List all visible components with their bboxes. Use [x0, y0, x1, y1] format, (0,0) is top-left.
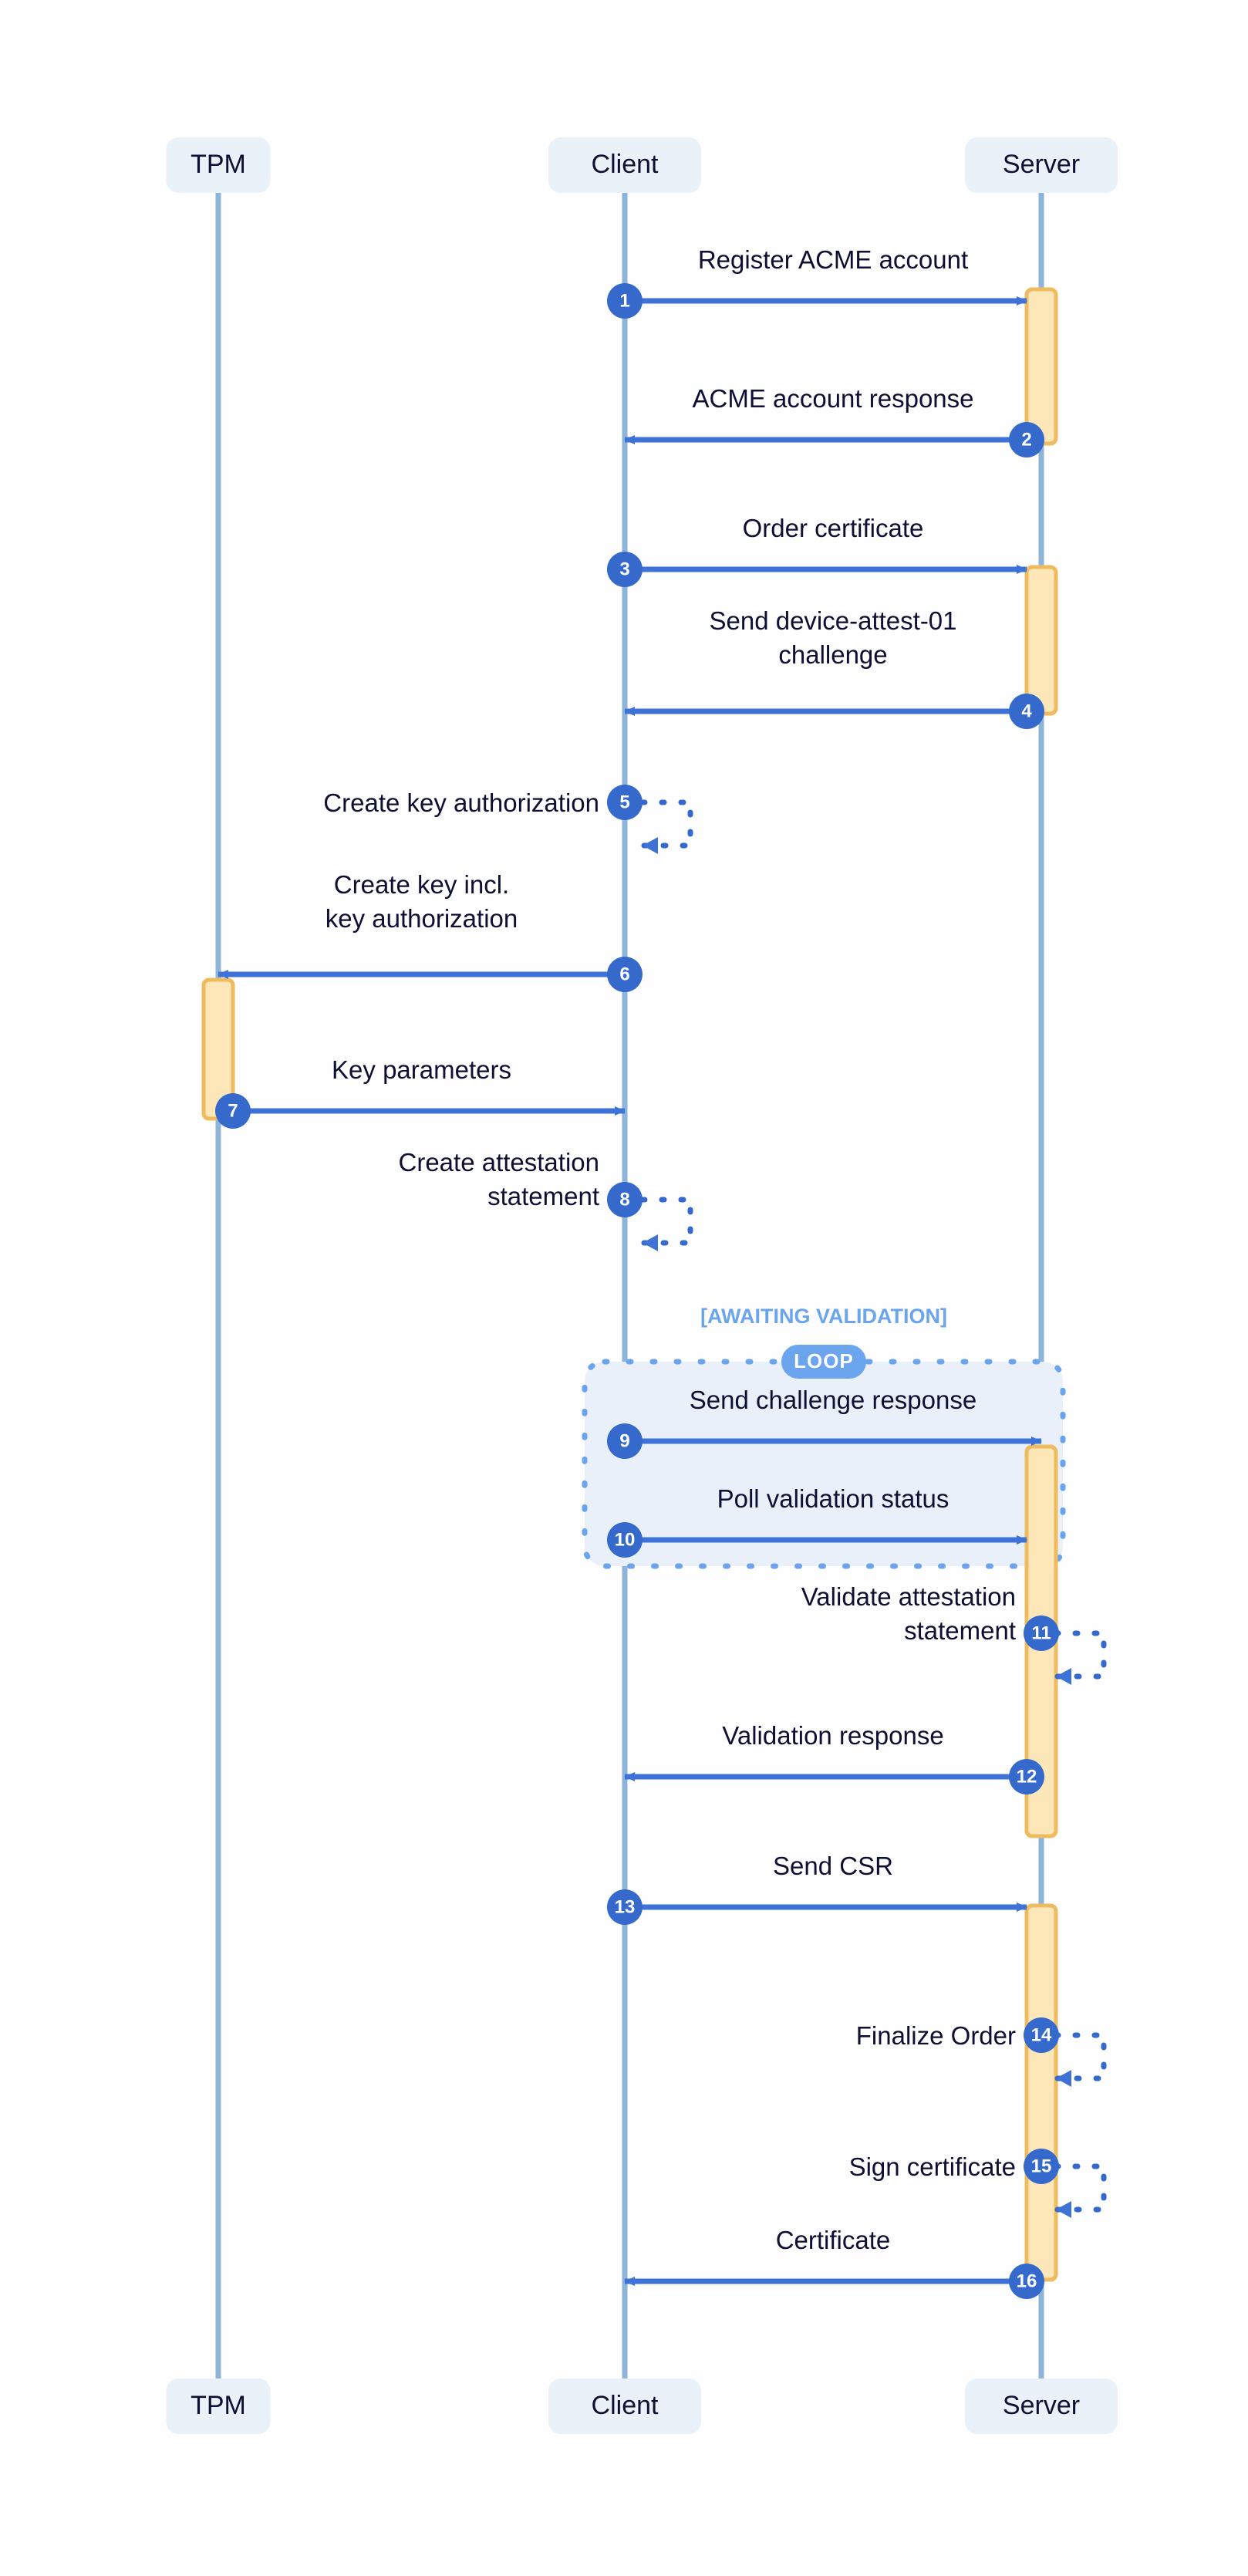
message-label-15: Sign certificate — [849, 2152, 1016, 2181]
self-message-arrowhead-5 — [643, 837, 658, 854]
activation-bar-server-0 — [1024, 287, 1058, 446]
sequence-number-15: 15 — [1031, 2156, 1052, 2176]
message-label-7: Key parameters — [332, 1055, 511, 1084]
message-label-5: Create key authorization — [323, 788, 599, 817]
message-label-11: statement — [904, 1616, 1016, 1645]
activation-bars-group — [201, 287, 1058, 2282]
message-label-6: Create key incl. — [334, 870, 509, 899]
sequence-number-3: 3 — [619, 559, 629, 579]
message-label-1: Register ACME account — [698, 245, 968, 274]
message-label-9: Send challenge response — [690, 1386, 976, 1414]
message-label-4: challenge — [778, 640, 887, 669]
message-7[interactable]: Key parameters 7 — [215, 1055, 626, 1129]
participant-label-bottom-client: Client — [592, 2391, 659, 2420]
message-label-8: statement — [487, 1182, 599, 1210]
self-message-arrowhead-15 — [1056, 2201, 1071, 2218]
message-label-2: ACME account response — [692, 384, 973, 413]
self-message-arrowhead-14 — [1056, 2070, 1071, 2087]
message-label-6: key authorization — [325, 904, 518, 933]
message-label-8: Create attestation — [399, 1148, 600, 1177]
self-message-arrowhead-11 — [1056, 1668, 1071, 1685]
loop-fragment-group: [AWAITING VALIDATION] LOOP — [582, 1305, 1066, 1569]
message-label-13: Send CSR — [773, 1852, 893, 1880]
sequence-number-14: 14 — [1031, 2024, 1052, 2045]
sequence-number-7: 7 — [228, 1100, 238, 1121]
message-11[interactable]: Validate attestation statement 11 — [801, 1582, 1107, 1685]
message-label-16: Certificate — [776, 2226, 891, 2254]
self-message-path-8 — [639, 1197, 693, 1246]
activation-bar-server-4 — [1024, 1903, 1058, 2282]
self-message-path-14 — [1053, 2032, 1107, 2081]
loop-condition-label: [AWAITING VALIDATION] — [700, 1305, 947, 1328]
message-label-3: Order certificate — [743, 514, 924, 542]
message-12[interactable]: Validation response 12 — [624, 1721, 1044, 1794]
message-3[interactable]: Order certificate 3 — [607, 514, 1027, 587]
sequence-number-4: 4 — [1021, 701, 1032, 721]
message-4[interactable]: Send device-attest-01 challenge 4 — [624, 606, 1044, 729]
participant-label-top-client: Client — [592, 150, 659, 179]
sequence-diagram-svg: [AWAITING VALIDATION] LOOP Register ACME … — [166, 137, 1118, 2434]
sequence-number-16: 16 — [1017, 2270, 1037, 2291]
participant-label-bottom-server: Server — [1003, 2391, 1080, 2420]
message-14[interactable]: Finalize Order 14 — [856, 2017, 1107, 2087]
message-label-14: Finalize Order — [856, 2021, 1016, 2050]
message-15[interactable]: Sign certificate 15 — [849, 2149, 1107, 2218]
sequence-number-5: 5 — [619, 792, 629, 812]
activation-bar-server-1 — [1024, 565, 1058, 716]
message-16[interactable]: Certificate 16 — [624, 2226, 1044, 2299]
participant-label-top-tpm: TPM — [191, 150, 246, 179]
message-13[interactable]: Send CSR 13 — [607, 1852, 1027, 1925]
self-message-arrowhead-8 — [643, 1234, 658, 1251]
message-label-11: Validate attestation — [801, 1582, 1016, 1611]
message-2[interactable]: ACME account response 2 — [624, 384, 1044, 457]
message-label-10: Poll validation status — [717, 1484, 949, 1513]
sequence-number-2: 2 — [1021, 429, 1031, 450]
sequence-number-9: 9 — [619, 1430, 629, 1451]
sequence-number-8: 8 — [619, 1189, 629, 1210]
sequence-number-6: 6 — [619, 964, 629, 984]
loop-pill-label: LOOP — [794, 1349, 854, 1372]
self-message-path-11 — [1053, 1630, 1107, 1680]
message-8[interactable]: Create attestation statement 8 — [399, 1148, 693, 1251]
message-6[interactable]: Create key incl. key authorization 6 — [218, 870, 643, 992]
participant-label-bottom-tpm: TPM — [191, 2391, 246, 2420]
self-message-path-15 — [1053, 2163, 1107, 2213]
sequence-number-12: 12 — [1017, 1766, 1037, 1787]
message-label-4: Send device-attest-01 — [709, 606, 956, 635]
sequence-number-10: 10 — [615, 1529, 636, 1550]
sequence-number-1: 1 — [619, 290, 629, 311]
sequence-diagram-canvas: [AWAITING VALIDATION] LOOP Register ACME … — [0, 0, 1248, 2576]
message-1[interactable]: Register ACME account 1 — [607, 245, 1027, 319]
message-label-12: Validation response — [722, 1721, 943, 1750]
messages-group: Register ACME account 1 ACME account respo… — [215, 245, 1107, 2299]
participant-label-top-server: Server — [1003, 150, 1080, 179]
participant-boxes-group: TPM TPM Client Client Server Server — [166, 137, 1118, 2434]
message-5[interactable]: Create key authorization 5 — [323, 785, 693, 854]
sequence-number-13: 13 — [615, 1896, 636, 1917]
sequence-number-11: 11 — [1031, 1622, 1051, 1643]
self-message-path-5 — [639, 799, 693, 849]
